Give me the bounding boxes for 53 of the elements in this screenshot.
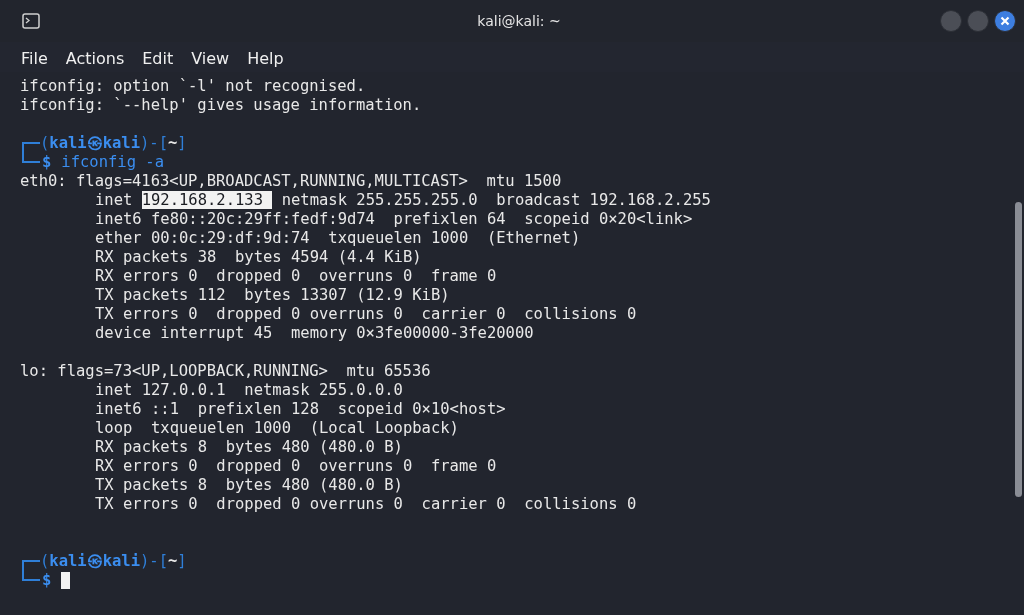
- output-line: inet6 ::1 prefixlen 128 scopeid 0×10<host>: [94, 400, 506, 419]
- output-line: TX errors 0 dropped 0 overruns 0 carrier 0 collisions 0: [94, 495, 637, 514]
- prompt-bracket-line: [22, 153, 40, 163]
- prompt-bracket: ]: [177, 552, 187, 571]
- output-line: RX packets 8 bytes 480 (480.0 B): [94, 438, 403, 457]
- prompt-user: kali: [49, 134, 87, 153]
- output-line: RX packets 38 bytes 4594 (4.4 KiB): [94, 248, 422, 267]
- prompt-bracket-line: [22, 142, 40, 153]
- output-line: TX packets 8 bytes 480 (480.0 B): [94, 476, 403, 495]
- close-button[interactable]: [994, 10, 1016, 32]
- prompt-host: kali: [102, 552, 140, 571]
- output-line: inet 127.0.0.1 netmask 255.0.0.0: [94, 381, 403, 400]
- output-line: inet6 fe80::20c:29ff:fedf:9d74 prefixlen 64 scopeid 0×20<link>: [94, 210, 693, 229]
- prompt-bracket-line: [22, 560, 40, 571]
- menu-item[interactable]: Help: [238, 46, 293, 70]
- prompt-paren: (: [40, 552, 50, 571]
- output-line: device interrupt 45 memory 0×3fe00000-3fe20000: [94, 324, 534, 343]
- output-line: loop txqueuelen 1000 (Local Loopback): [94, 419, 459, 438]
- minimize-button[interactable]: [940, 10, 962, 32]
- prompt-symbol: ㉿: [86, 134, 103, 153]
- menu-item[interactable]: View: [182, 46, 239, 70]
- maximize-button[interactable]: [967, 10, 989, 32]
- window-title: kali@kali: ~: [477, 13, 561, 29]
- output-line: TX packets 112 bytes 13307 (12.9 KiB): [94, 286, 450, 305]
- prompt-directory: ~: [168, 134, 178, 153]
- output-line: ifconfig: option `-l' not recognised.: [20, 77, 366, 96]
- prompt-user: kali: [49, 552, 87, 571]
- prompt-symbol: ㉿: [86, 552, 103, 571]
- prompt-directory: ~: [168, 552, 178, 571]
- prompt-bracket-line: [22, 571, 40, 581]
- prompt-host: kali: [102, 134, 140, 153]
- output-line: lo: flags=73<UP,LOOPBACK,RUNNING> mtu 65536: [20, 362, 431, 381]
- menu-item[interactable]: Actions: [56, 46, 134, 70]
- output-line: eth0: flags=4163<UP,BROADCAST,RUNNING,MULTICAST> mtu 1500: [20, 172, 562, 191]
- prompt-sigil: $: [42, 153, 52, 172]
- close-icon: [999, 15, 1011, 27]
- output-line: ifconfig: `--help' gives usage information.: [20, 96, 422, 115]
- terminal-icon: [22, 13, 40, 29]
- output-line: RX errors 0 dropped 0 overruns 0 frame 0: [94, 267, 497, 286]
- prompt-paren: (: [40, 134, 50, 153]
- command-text: ifconfig -a: [61, 153, 164, 172]
- prompt-separator: )-[: [140, 552, 168, 571]
- menu-item[interactable]: Edit: [133, 46, 183, 70]
- selected-text: 192.168.2.133: [141, 191, 273, 209]
- output-line: TX errors 0 dropped 0 overruns 0 carrier 0 collisions 0: [94, 305, 637, 324]
- output-line: inet 192.168.2.133 netmask 255.255.255.0 broadcast 192.168.2.255: [94, 191, 711, 210]
- prompt-separator: )-[: [140, 134, 168, 153]
- scrollbar[interactable]: [1015, 202, 1022, 497]
- prompt-bracket: ]: [177, 134, 187, 153]
- output-line: ether 00:0c:29:df:9d:74 txqueuelen 1000 (Ethernet): [94, 229, 581, 248]
- prompt-sigil: $: [42, 571, 52, 590]
- output-line: RX errors 0 dropped 0 overruns 0 frame 0: [94, 457, 497, 476]
- menu-item[interactable]: File: [12, 46, 57, 70]
